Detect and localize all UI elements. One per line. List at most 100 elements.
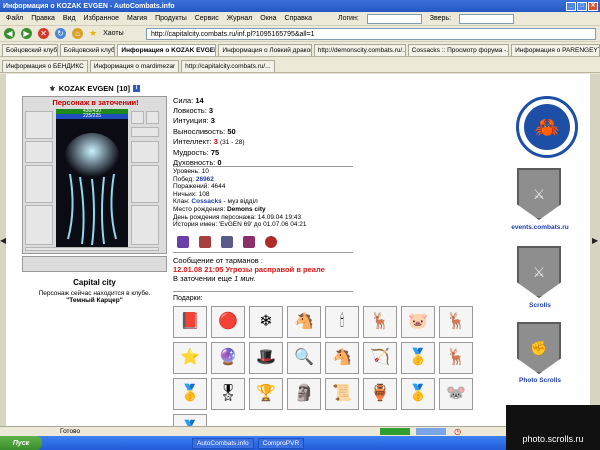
gift-item[interactable]: 🐭 [439, 378, 473, 410]
menu-favorites[interactable]: Избранное [84, 15, 119, 22]
address-text[interactable]: http://capitalcity.combats.ru/inf.pl?109… [151, 31, 315, 38]
favorites-label[interactable]: Хаоты [103, 30, 124, 37]
character-stats: Сила: 14 Ловкость: 3 Интуиция: 3 Выносли… [173, 96, 373, 168]
tab-cossacks-forum[interactable]: Cossacks :: Просмотр форума -... [407, 44, 510, 56]
menu-service[interactable]: Сервис [195, 15, 219, 22]
belt-slot[interactable] [25, 247, 159, 251]
home-icon[interactable]: ⌂ [72, 28, 83, 39]
menu-magic[interactable]: Магия [127, 15, 147, 22]
gift-item[interactable]: 🦌 [439, 306, 473, 338]
gift-item[interactable]: 🦌 [439, 342, 473, 374]
menu-file[interactable]: Файл [6, 15, 23, 22]
taskbar-item-autocombats[interactable]: AutoCombats.info [192, 437, 254, 449]
gift-item[interactable]: 🥇 [401, 378, 435, 410]
rings-slot[interactable] [131, 127, 159, 137]
badge-5-icon[interactable] [265, 236, 277, 248]
gift-item[interactable]: 🐴 [325, 342, 359, 374]
badge-3-icon[interactable] [221, 236, 233, 248]
gift-item[interactable]: 🥇 [173, 378, 207, 410]
divider [173, 252, 353, 253]
gift-item[interactable]: ⭐ [173, 342, 207, 374]
badge-4-icon[interactable] [243, 236, 255, 248]
helmet-slot[interactable] [25, 111, 53, 139]
menu-journal[interactable]: Журнал [227, 15, 253, 22]
nav-bar: ◀ ▶ ✕ ↻ ⌂ ★ Хаоты http://capitalcity.com… [0, 26, 600, 42]
tab-row-2: Информация о БЕНДИКС Информация о mardim… [0, 58, 600, 73]
boots-slot[interactable] [131, 205, 159, 245]
stop-icon[interactable]: ✕ [38, 28, 49, 39]
close-icon[interactable]: ✕ [588, 1, 598, 11]
scroll-right-icon[interactable]: ▶ [592, 236, 598, 245]
favorites-star-icon[interactable]: ★ [89, 28, 97, 39]
tab-demonscity[interactable]: http://demonscity.combats.ru/... [313, 44, 406, 56]
gift-item[interactable]: 🎖 [211, 378, 245, 410]
minimize-icon[interactable]: _ [566, 1, 576, 11]
gift-item[interactable]: 🏺 [363, 378, 397, 410]
character-level: [10] [116, 83, 131, 93]
address-bar[interactable]: http://capitalcity.combats.ru/inf.pl?109… [146, 28, 596, 40]
gift-item[interactable]: 📜 [325, 378, 359, 410]
scrolls-link[interactable]: Scrolls [505, 302, 575, 309]
badge-2-icon[interactable] [199, 236, 211, 248]
gifts-grid: 📕 🔴 ❄ 🐴 🕯 🦌 🐷 🦌 ⭐ 🔮 🎩 🔍 🐴 🏹 🥇 🦌 🥇 🎖 🏆 🗿 … [173, 306, 481, 446]
gift-item[interactable]: 🔍 [287, 342, 321, 374]
shield-slot[interactable] [131, 165, 159, 203]
tab-capitalcity[interactable]: http://capitalcity.combats.ru/... [181, 60, 275, 72]
info-icon[interactable]: i [133, 84, 141, 92]
amulet-slot[interactable] [146, 111, 159, 124]
menu-help[interactable]: Справка [285, 15, 312, 22]
gift-item[interactable]: 🏆 [249, 378, 283, 410]
gift-item[interactable]: 🏹 [363, 342, 397, 374]
menu-windows[interactable]: Окна [260, 15, 276, 22]
gift-item[interactable]: 🦌 [363, 306, 397, 338]
combats-logo[interactable]: 🦀 [516, 96, 578, 158]
animal-combo[interactable] [459, 13, 515, 24]
gift-item[interactable]: 🕯 [325, 306, 359, 338]
refresh-icon[interactable]: ↻ [55, 28, 66, 39]
gift-item[interactable]: 🥇 [401, 342, 435, 374]
gift-item[interactable]: 🎩 [249, 342, 283, 374]
weapon-slot[interactable] [25, 165, 53, 203]
stat-wisdom: Мудрость: 75 [173, 148, 220, 158]
gloves-slot[interactable] [131, 141, 159, 163]
gift-item[interactable]: 🐴 [287, 306, 321, 338]
gifts-label: Подарки: [173, 295, 203, 302]
earring-slot[interactable] [131, 111, 144, 124]
right-gutter [590, 74, 600, 426]
login-combo[interactable] [366, 13, 422, 24]
start-button[interactable]: Пуск [0, 436, 42, 450]
maximize-icon[interactable]: □ [577, 1, 587, 11]
tab-fight-club-2[interactable]: Бойцовский клуб [59, 44, 116, 56]
tab-lovkiy-drakon[interactable]: Информация о Ловкий дракон [218, 44, 312, 56]
gift-item[interactable]: 🔴 [211, 306, 245, 338]
tab-parengeyt[interactable]: Информация о PARENGEYT [511, 44, 600, 56]
menu-view[interactable]: Вид [63, 15, 76, 22]
menu-edit[interactable]: Правка [31, 15, 55, 22]
gift-item[interactable]: ❄ [249, 306, 283, 338]
forward-icon[interactable]: ▶ [21, 28, 32, 39]
tab-kozak-evgen[interactable]: Информация о KOZAK EVGEN [117, 44, 217, 56]
back-icon[interactable]: ◀ [4, 28, 15, 39]
tab-mardimezar[interactable]: Информация о mardimezar [89, 60, 180, 72]
badge-1-icon[interactable] [177, 236, 189, 248]
gift-item[interactable]: 🗿 [287, 378, 321, 410]
gift-item[interactable]: 🔮 [211, 342, 245, 374]
photo-scrolls-link[interactable]: Photo Scrolls [505, 377, 575, 384]
message-reason: 12.01.08 21:05 Угрозы расправой в реале [173, 265, 325, 274]
watermark: photo.scrolls.ru [506, 405, 600, 450]
events-link[interactable]: events.combats.ru [505, 224, 575, 231]
window-titlebar: Информация о KOZAK EVGEN - AutoCombats.i… [0, 0, 600, 12]
stat-endurance: Выносливость: 50 [173, 126, 236, 136]
bracers-slot[interactable] [25, 141, 53, 163]
gift-item[interactable]: 🐷 [401, 306, 435, 338]
menu-products[interactable]: Продукты [155, 15, 187, 22]
pocket-slots[interactable] [22, 256, 167, 272]
gift-item[interactable]: 📕 [173, 306, 207, 338]
armor-slot[interactable] [25, 205, 53, 245]
character-name[interactable]: KOZAK EVGEN [59, 84, 114, 93]
tab-fight-club-1[interactable]: Бойцовский клуб [2, 44, 58, 56]
character-equipment-box: Персонаж в заточении! 430/430 225/225 [22, 96, 167, 254]
clan-link[interactable]: Cossacks [191, 198, 221, 205]
tab-bendiks[interactable]: Информация о БЕНДИКС [2, 60, 88, 72]
taskbar-item-compropvr[interactable]: ComproPVR [257, 437, 305, 449]
